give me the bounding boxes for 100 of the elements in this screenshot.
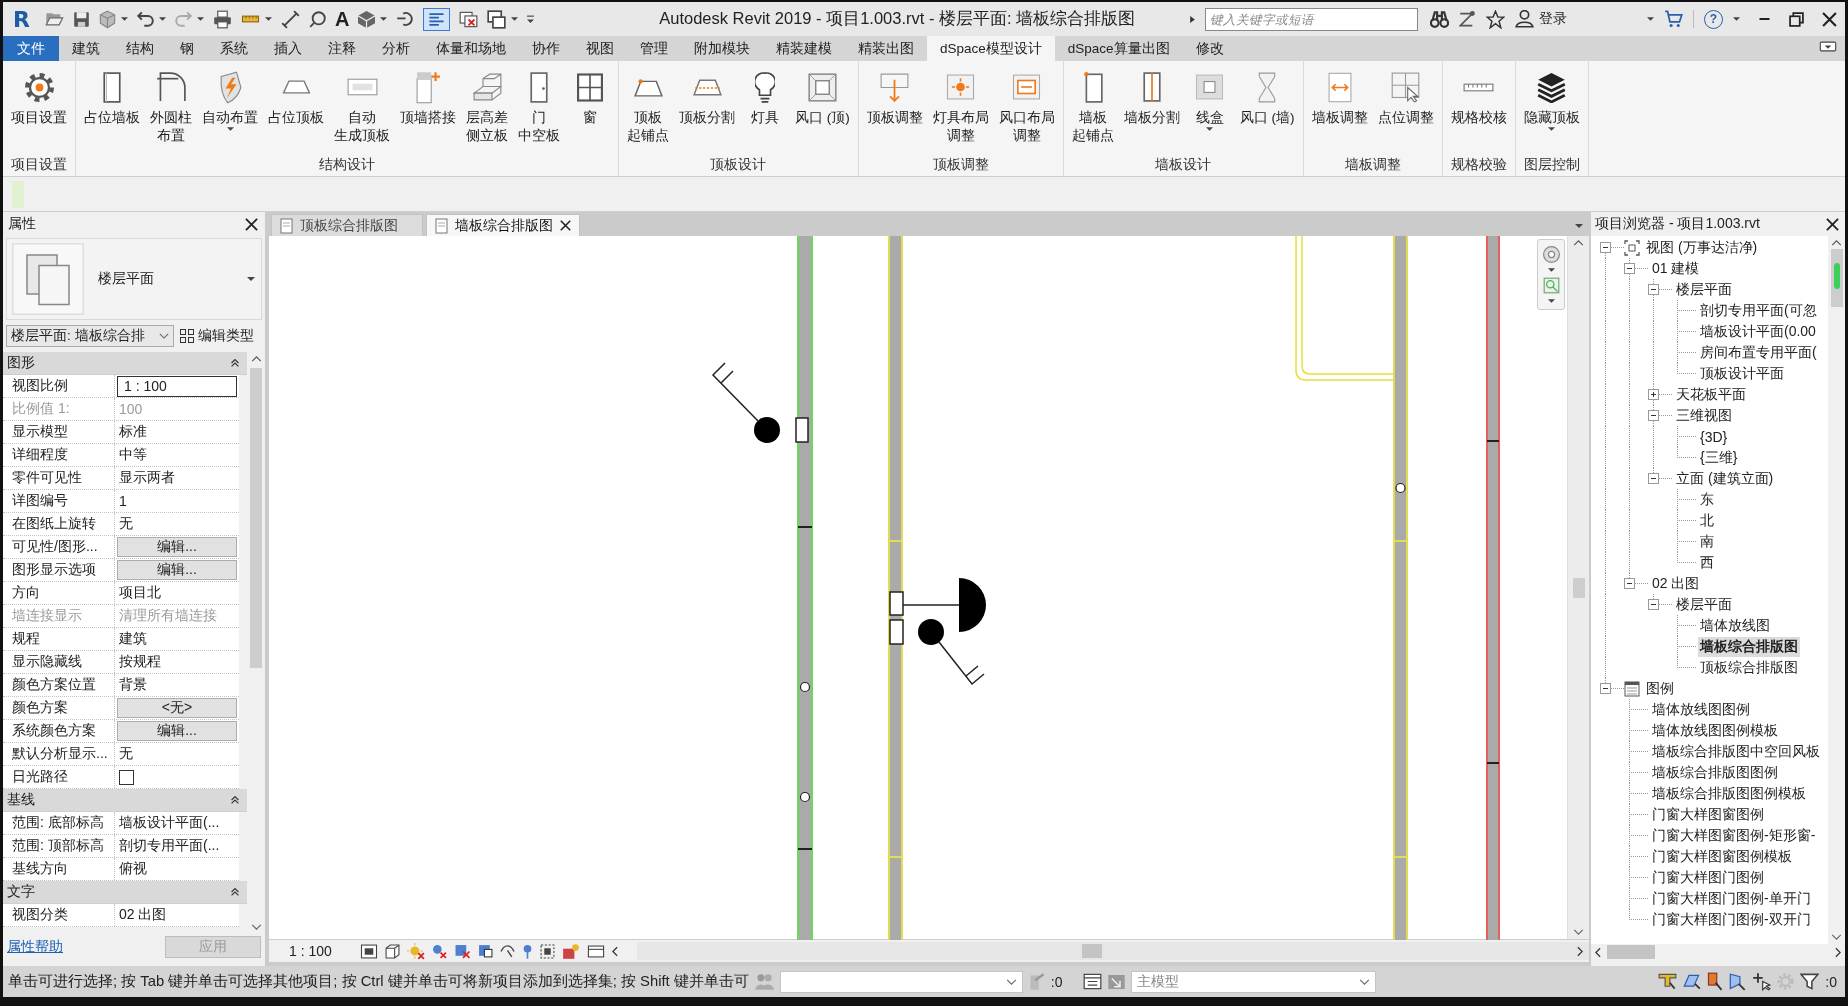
- scrollbar-thumb[interactable]: [1607, 945, 1655, 959]
- square-cross-icon[interactable]: [454, 943, 471, 959]
- ribbon-tab[interactable]: 体量和场地: [423, 36, 519, 61]
- square-dot-icon[interactable]: [562, 942, 580, 960]
- instance-dropdown[interactable]: 楼层平面: 墙板综合排: [6, 325, 174, 347]
- tree-item[interactable]: 墙体放线图: [1698, 615, 1772, 636]
- list-window-icon[interactable]: [1082, 973, 1102, 990]
- chevron-down-icon[interactable]: [1573, 929, 1584, 935]
- ribbon-tab[interactable]: 系统: [207, 36, 261, 61]
- chevron-up-icon[interactable]: [250, 356, 262, 362]
- model-dropdown[interactable]: 主模型: [1130, 970, 1376, 993]
- caret-icon[interactable]: [1647, 17, 1654, 21]
- file-menu-tab[interactable]: 文件: [3, 36, 59, 61]
- undo-icon[interactable]: [136, 11, 154, 27]
- tree-item[interactable]: 墙板综合排版图图例模板: [1650, 783, 1808, 804]
- ribbon-button[interactable]: 自动 生成顶板: [329, 61, 395, 154]
- expand-toggle[interactable]: [1648, 473, 1659, 484]
- tree-item[interactable]: 门窗大样图门图例: [1650, 867, 1766, 888]
- chevron-up-icon[interactable]: [1573, 240, 1584, 246]
- toggle-button[interactable]: [423, 7, 451, 31]
- ribbon-toggle-icon[interactable]: [1819, 41, 1837, 52]
- app-logo[interactable]: R: [13, 6, 30, 32]
- ribbon-button[interactable]: 风口布局 调整: [993, 61, 1060, 154]
- close-icon[interactable]: [245, 217, 258, 231]
- ribbon-button[interactable]: 顶板分割: [674, 61, 740, 154]
- ribbon-tab[interactable]: 精装出图: [845, 36, 927, 61]
- star-icon[interactable]: [1486, 9, 1505, 29]
- tree-item[interactable]: 南: [1698, 531, 1716, 552]
- tree-item[interactable]: 天花板平面: [1674, 384, 1748, 405]
- open-folder-icon[interactable]: [44, 12, 64, 26]
- ribbon-button[interactable]: 占位顶板: [263, 61, 329, 154]
- group-header[interactable]: 文字: [3, 881, 247, 904]
- minimize-icon[interactable]: [1758, 17, 1771, 21]
- tree-item[interactable]: 02 出图: [1650, 573, 1702, 594]
- caret-icon[interactable]: [120, 17, 128, 21]
- expand-toggle[interactable]: [1600, 683, 1611, 694]
- chevron-left-icon[interactable]: [1595, 946, 1601, 958]
- tree-item[interactable]: 门窗大样图门图例-单开门: [1650, 888, 1813, 909]
- property-button[interactable]: 编辑...: [117, 721, 237, 741]
- ribbon-tab[interactable]: 注释: [315, 36, 369, 61]
- ribbon-button[interactable]: 风口 (墙): [1234, 61, 1300, 154]
- save-icon[interactable]: [72, 10, 90, 28]
- expand-toggle[interactable]: [1600, 242, 1611, 253]
- overlapping-squares-icon[interactable]: [478, 944, 493, 958]
- tree-item[interactable]: 视图 (万事达洁净): [1644, 237, 1760, 258]
- tree-item[interactable]: 门窗大样图窗图例模板: [1650, 846, 1794, 867]
- window-frame-icon[interactable]: [587, 944, 605, 958]
- ribbon-tab[interactable]: 结构: [113, 36, 167, 61]
- dot-cross-icon[interactable]: [432, 943, 447, 959]
- tree-item[interactable]: {三维}: [1698, 447, 1740, 468]
- close-windows-icon[interactable]: [459, 10, 479, 28]
- horizontal-scrollbar[interactable]: [637, 942, 1589, 960]
- property-button[interactable]: 编辑...: [117, 560, 237, 580]
- tree-item[interactable]: 墙体放线图图例: [1650, 699, 1752, 720]
- help-button[interactable]: ?: [1704, 9, 1723, 29]
- tree-item[interactable]: 墙板设计平面(0.00: [1698, 321, 1818, 342]
- filter-icon[interactable]: [1800, 973, 1820, 990]
- chevron-up-icon[interactable]: [1831, 240, 1842, 246]
- tree-item[interactable]: 墙体放线图图例模板: [1650, 720, 1780, 741]
- ribbon-button[interactable]: 风口 (顶): [790, 61, 855, 154]
- ribbon-button[interactable]: 规格校核: [1445, 61, 1512, 154]
- edit-type-button[interactable]: 编辑类型: [180, 327, 254, 345]
- sign-in-link[interactable]: 登录: [1539, 10, 1567, 28]
- ribbon-tab[interactable]: 修改: [1182, 36, 1237, 61]
- ribbon-button[interactable]: 占位墙板: [79, 61, 145, 154]
- user-icon[interactable]: [1515, 10, 1534, 28]
- property-button[interactable]: 编辑...: [117, 537, 237, 557]
- ribbon-button[interactable]: 自动布置: [197, 61, 263, 154]
- sun-off-icon[interactable]: [407, 942, 425, 960]
- chevron-down-icon[interactable]: [250, 924, 262, 930]
- printer-icon[interactable]: [212, 9, 232, 29]
- ribbon-button[interactable]: 隐藏顶板: [1518, 61, 1585, 154]
- ribbon-tab[interactable]: dSpace算量出图: [1054, 36, 1183, 61]
- property-button[interactable]: <无>: [117, 698, 237, 718]
- text-tool-button[interactable]: A: [334, 7, 350, 31]
- property-input[interactable]: 1 : 100: [117, 375, 237, 397]
- expand-toggle[interactable]: [1624, 263, 1635, 274]
- tree-item[interactable]: 东: [1698, 489, 1716, 510]
- ribbon-tab[interactable]: 管理: [627, 36, 681, 61]
- pin-icon[interactable]: [522, 942, 533, 960]
- chevron-left-icon[interactable]: [612, 945, 618, 957]
- caret-icon[interactable]: [380, 17, 388, 21]
- chevron-right-icon[interactable]: [1577, 945, 1583, 957]
- tree-item[interactable]: 剖切专用平面(可忽: [1698, 300, 1819, 321]
- zigzag-icon[interactable]: [1459, 11, 1476, 27]
- group-header[interactable]: 图形: [3, 352, 247, 375]
- zoom-icon[interactable]: [1542, 277, 1560, 294]
- ribbon-button[interactable]: 墙板 起铺点: [1066, 61, 1119, 154]
- tree-item[interactable]: 顶板设计平面: [1698, 363, 1786, 384]
- tree-item[interactable]: 01 建模: [1650, 258, 1702, 279]
- ribbon-button[interactable]: 灯具: [740, 61, 790, 154]
- caret-icon[interactable]: [1547, 299, 1555, 303]
- tree-item[interactable]: 三维视图: [1674, 405, 1734, 426]
- ribbon-tab[interactable]: 钢: [167, 36, 207, 61]
- tree-item[interactable]: 墙板综合排版图图例: [1650, 762, 1780, 783]
- chevron-down-icon[interactable]: [1831, 934, 1842, 940]
- view-tab[interactable]: 顶板综合排版图: [271, 214, 423, 236]
- ribbon-button[interactable]: 层高差 侧立板: [461, 61, 513, 154]
- ribbon-button[interactable]: 门 中空板: [513, 61, 565, 154]
- ribbon-tab[interactable]: dSpace模型设计: [927, 36, 1055, 61]
